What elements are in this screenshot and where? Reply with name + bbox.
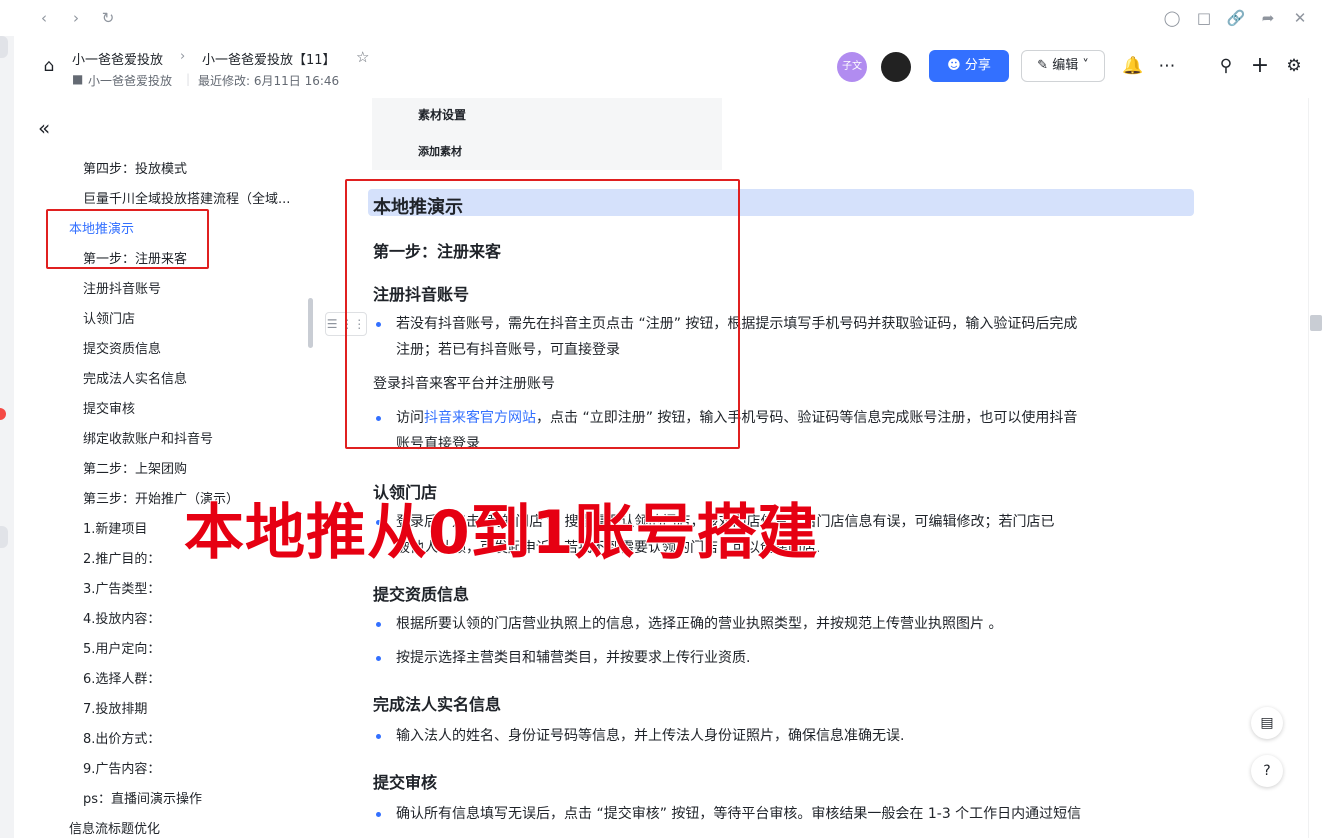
close-icon[interactable]: ✕: [1290, 8, 1310, 28]
toc-item[interactable]: 9.广告内容：: [83, 758, 313, 777]
toc-item[interactable]: 提交审核: [83, 398, 313, 417]
toc-item[interactable]: 第二步：上架团购: [83, 458, 313, 477]
chevron-right-icon[interactable]: ›: [66, 8, 86, 28]
doc-header: ⌂ 小一爸爸爱投放 › 小一爸爸爱投放【11】 ☆ ■ 小一爸爸爱投放 | 最近…: [14, 36, 1330, 99]
app-side-strip: [0, 36, 15, 838]
doc-scrollbar[interactable]: [1308, 98, 1330, 838]
paragraph: 按提示选择主营类目和辅营类目，并按要求上传行业资质.: [396, 650, 751, 666]
reload-icon[interactable]: ↻: [98, 8, 118, 28]
toc-item[interactable]: 5.用户定向：: [83, 638, 313, 657]
toc-item[interactable]: 绑定收款账户和抖音号: [83, 428, 313, 447]
heading-review: 提交审核: [373, 773, 438, 792]
window-icon[interactable]: □: [1194, 8, 1214, 28]
browser-toolbar: ‹ › ↻ ◯ □ 🔗 ➦ ✕: [0, 0, 1330, 37]
toc-item[interactable]: 7.投放排期: [83, 698, 313, 717]
overlay-title: 本地推从0到1账号搭建: [183, 497, 819, 569]
sidebar-scrollbar[interactable]: [308, 298, 313, 348]
last-modified: 最近修改: 6月11日 16:46: [198, 74, 340, 88]
chevron-down-icon: ˅: [1078, 58, 1089, 73]
toc-item[interactable]: 8.出价方式：: [83, 728, 313, 747]
plus-icon[interactable]: +: [1249, 55, 1271, 77]
edit-button[interactable]: ✎ 编辑 ˅: [1021, 50, 1105, 82]
folder-label[interactable]: 小一爸爸爱投放: [88, 72, 172, 89]
toc-item[interactable]: ps：直播间演示操作: [83, 788, 313, 807]
home-icon[interactable]: ⌂: [38, 55, 60, 77]
bullet: [376, 734, 381, 739]
users-icon: ☻: [947, 58, 965, 73]
heading-qualification: 提交资质信息: [373, 585, 470, 604]
toc-item[interactable]: 信息流标题优化: [69, 818, 299, 837]
gear-icon[interactable]: ⚙: [1283, 55, 1305, 77]
strip-tab[interactable]: [0, 526, 8, 548]
chevron-left-icon[interactable]: ‹: [34, 8, 54, 28]
forward-share-icon[interactable]: ➦: [1258, 8, 1278, 28]
notification-dot: [0, 408, 6, 420]
share-button[interactable]: ☻ 分享: [929, 50, 1009, 82]
doc-info-icon[interactable]: ▤: [1251, 707, 1283, 739]
folder-icon: ■: [72, 72, 84, 86]
paragraph: 输入法人的姓名、身份证号码等信息，并上传法人身份证照片，确保信息准确无误.: [396, 728, 905, 744]
bullet: [376, 622, 381, 627]
bullet: [376, 656, 381, 661]
toc-item[interactable]: 注册抖音账号: [83, 278, 313, 297]
image-block: 素材设置 添加素材: [372, 98, 722, 170]
image-text: 素材设置: [418, 108, 467, 122]
collapse-sidebar-icon[interactable]: «: [38, 116, 50, 140]
avatar[interactable]: [881, 52, 911, 82]
toc-item[interactable]: 完成法人实名信息: [83, 368, 313, 387]
more-icon[interactable]: ⋯: [1156, 55, 1178, 77]
pencil-icon: ✎: [1037, 58, 1053, 73]
heading-legal: 完成法人实名信息: [373, 695, 502, 714]
bell-icon[interactable]: 🔔: [1122, 55, 1144, 77]
avatar[interactable]: 子文: [837, 52, 867, 82]
divider: |: [186, 72, 191, 86]
share-label: 分享: [964, 58, 991, 73]
toc-item[interactable]: 第四步：投放模式: [83, 158, 313, 177]
paragraph: 根据所要认领的门店营业执照上的信息，选择正确的营业执照类型，并按规范上传营业执照…: [396, 616, 1003, 632]
page-title: 小一爸爸爱投放【11】: [202, 53, 336, 68]
breadcrumb-root[interactable]: 小一爸爸爱投放: [72, 49, 163, 68]
toc-item[interactable]: 提交资质信息: [83, 338, 313, 357]
link-icon[interactable]: 🔗: [1226, 8, 1246, 28]
star-icon[interactable]: ☆: [356, 48, 369, 66]
paragraph: 确认所有信息填写无误后，点击 “提交审核” 按钮，等待平台审核。审核结果一般会在…: [396, 806, 1082, 822]
search-icon[interactable]: ⚲: [1215, 55, 1237, 77]
toc-item[interactable]: 认领门店: [83, 308, 313, 327]
comment-icon[interactable]: ◯: [1162, 8, 1182, 28]
annotation-box: [46, 209, 209, 269]
toc-item[interactable]: 4.投放内容：: [83, 608, 313, 627]
help-icon[interactable]: ?: [1251, 755, 1283, 787]
image-text: 添加素材: [418, 145, 462, 158]
edit-label: 编辑: [1052, 58, 1079, 73]
toc-item[interactable]: 巨量千川全域投放搭建流程（全域...: [83, 188, 313, 207]
breadcrumb-separator-icon: ›: [180, 49, 186, 64]
scrollbar-thumb[interactable]: [1310, 315, 1322, 331]
annotation-box: [345, 179, 740, 449]
strip-tab[interactable]: [0, 36, 8, 58]
toc-item[interactable]: 3.广告类型：: [83, 578, 313, 597]
bullet: [376, 812, 381, 817]
toc-item[interactable]: 6.选择人群：: [83, 668, 313, 687]
